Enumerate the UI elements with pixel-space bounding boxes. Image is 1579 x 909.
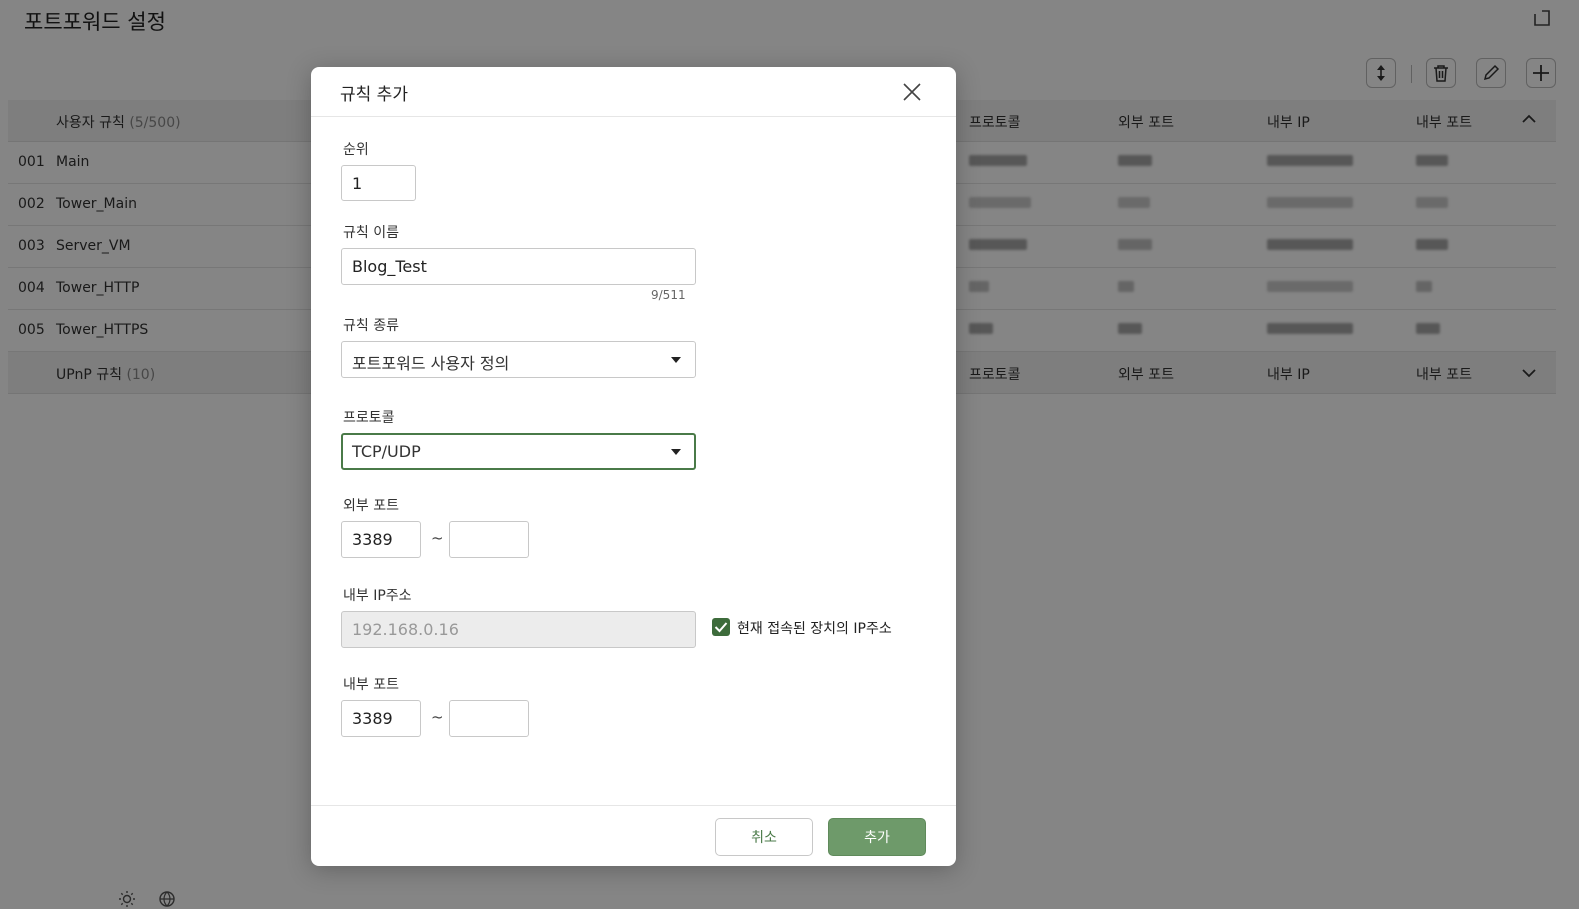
protocol-label: 프로토콜 (343, 410, 395, 426)
add-button[interactable]: 추가 (828, 818, 926, 856)
internal-port-label: 내부 포트 (343, 677, 399, 693)
internal-ip-input (341, 611, 696, 648)
rule-name-input[interactable] (341, 248, 696, 285)
external-port-end-input[interactable] (449, 521, 529, 558)
priority-label: 순위 (343, 142, 369, 158)
caret-down-icon (671, 449, 681, 455)
protocol-value: TCP/UDP (352, 442, 421, 461)
protocol-select[interactable]: TCP/UDP (341, 433, 696, 470)
close-icon[interactable] (901, 81, 923, 103)
rule-type-label: 규칙 종류 (343, 318, 399, 334)
external-port-start-input[interactable] (341, 521, 421, 558)
rule-type-select[interactable]: 포트포워드 사용자 정의 (341, 341, 696, 378)
internal-ip-label: 내부 IP주소 (343, 588, 412, 604)
priority-input[interactable] (341, 165, 416, 201)
checkmark-icon (714, 622, 728, 633)
cancel-button[interactable]: 취소 (715, 818, 813, 856)
add-rule-dialog: 규칙 추가 순위 규칙 이름 9/511 규칙 종류 포트포워드 사용자 정의 … (311, 67, 956, 866)
use-current-ip-checkbox[interactable] (712, 618, 730, 636)
external-port-label: 외부 포트 (343, 498, 399, 514)
rule-name-counter: 9/511 (651, 288, 686, 302)
rule-type-value: 포트포워드 사용자 정의 (352, 354, 510, 373)
dialog-title: 규칙 추가 (340, 85, 408, 105)
range-separator: ~ (431, 708, 444, 726)
use-current-ip-label[interactable]: 현재 접속된 장치의 IP주소 (737, 618, 892, 638)
dialog-header: 규칙 추가 (311, 67, 956, 117)
dialog-footer: 취소 추가 (311, 805, 956, 866)
caret-down-icon (671, 357, 681, 363)
rule-name-label: 규칙 이름 (343, 225, 399, 241)
range-separator: ~ (431, 529, 444, 547)
internal-port-end-input[interactable] (449, 700, 529, 737)
internal-port-start-input[interactable] (341, 700, 421, 737)
